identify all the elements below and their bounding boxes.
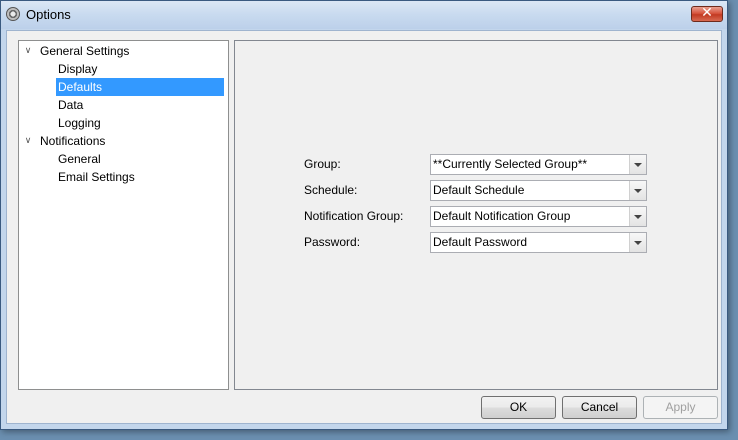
group-dropdown[interactable]: **Currently Selected Group**: [430, 154, 647, 175]
group-value: **Currently Selected Group**: [433, 157, 588, 171]
dialog-body: ∨ General Settings Display Defaults Data…: [6, 30, 722, 424]
tree-item-label: General: [58, 152, 101, 166]
defaults-panel: Group: **Currently Selected Group** Sche…: [234, 40, 718, 390]
tree-item-label: Email Settings: [58, 170, 135, 184]
schedule-label: Schedule:: [304, 183, 358, 197]
tree-item-general-settings[interactable]: ∨ General Settings: [19, 42, 228, 60]
tree-item-label: Display: [58, 62, 98, 76]
notification-group-value: Default Notification Group: [433, 209, 571, 223]
password-dropdown[interactable]: Default Password: [430, 232, 647, 253]
cancel-button[interactable]: Cancel: [562, 396, 637, 419]
tree-item-defaults[interactable]: Defaults: [56, 78, 224, 96]
tree-item-email-settings[interactable]: Email Settings: [56, 168, 224, 186]
tree-item-label: Notifications: [40, 134, 106, 148]
options-window: Options ✕ ∨ General Settings Display Def…: [0, 0, 728, 430]
password-value: Default Password: [433, 235, 528, 249]
ok-button[interactable]: OK: [481, 396, 556, 419]
dropdown-arrow-icon[interactable]: [629, 181, 646, 200]
close-icon: ✕: [701, 5, 713, 21]
apply-button[interactable]: Apply: [643, 396, 718, 419]
dropdown-arrow-icon[interactable]: [629, 233, 646, 252]
expand-chevron-icon[interactable]: ∨: [22, 132, 34, 150]
group-label: Group:: [304, 157, 341, 171]
notification-group-dropdown[interactable]: Default Notification Group: [430, 206, 647, 227]
schedule-dropdown[interactable]: Default Schedule: [430, 180, 647, 201]
notification-group-label: Notification Group:: [304, 209, 404, 223]
dropdown-arrow-icon[interactable]: [629, 207, 646, 226]
settings-tree: ∨ General Settings Display Defaults Data…: [18, 40, 229, 390]
password-label: Password:: [304, 235, 361, 249]
app-gear-icon: [6, 7, 20, 21]
tree-item-general[interactable]: General: [56, 150, 224, 168]
dropdown-arrow-icon[interactable]: [629, 155, 646, 174]
tree-item-label: Defaults: [58, 80, 103, 94]
tree-item-logging[interactable]: Logging: [56, 114, 224, 132]
close-button[interactable]: ✕: [691, 5, 723, 22]
tree-item-label: Logging: [58, 116, 101, 130]
tree-item-label: General Settings: [40, 44, 130, 58]
expand-chevron-icon[interactable]: ∨: [22, 42, 34, 60]
tree-item-notifications[interactable]: ∨ Notifications: [19, 132, 228, 150]
title-bar[interactable]: Options ✕: [1, 1, 727, 29]
tree-item-data[interactable]: Data: [56, 96, 224, 114]
window-title: Options: [26, 7, 71, 22]
tree-item-display[interactable]: Display: [56, 60, 224, 78]
schedule-value: Default Schedule: [433, 183, 525, 197]
tree-item-label: Data: [58, 98, 84, 112]
